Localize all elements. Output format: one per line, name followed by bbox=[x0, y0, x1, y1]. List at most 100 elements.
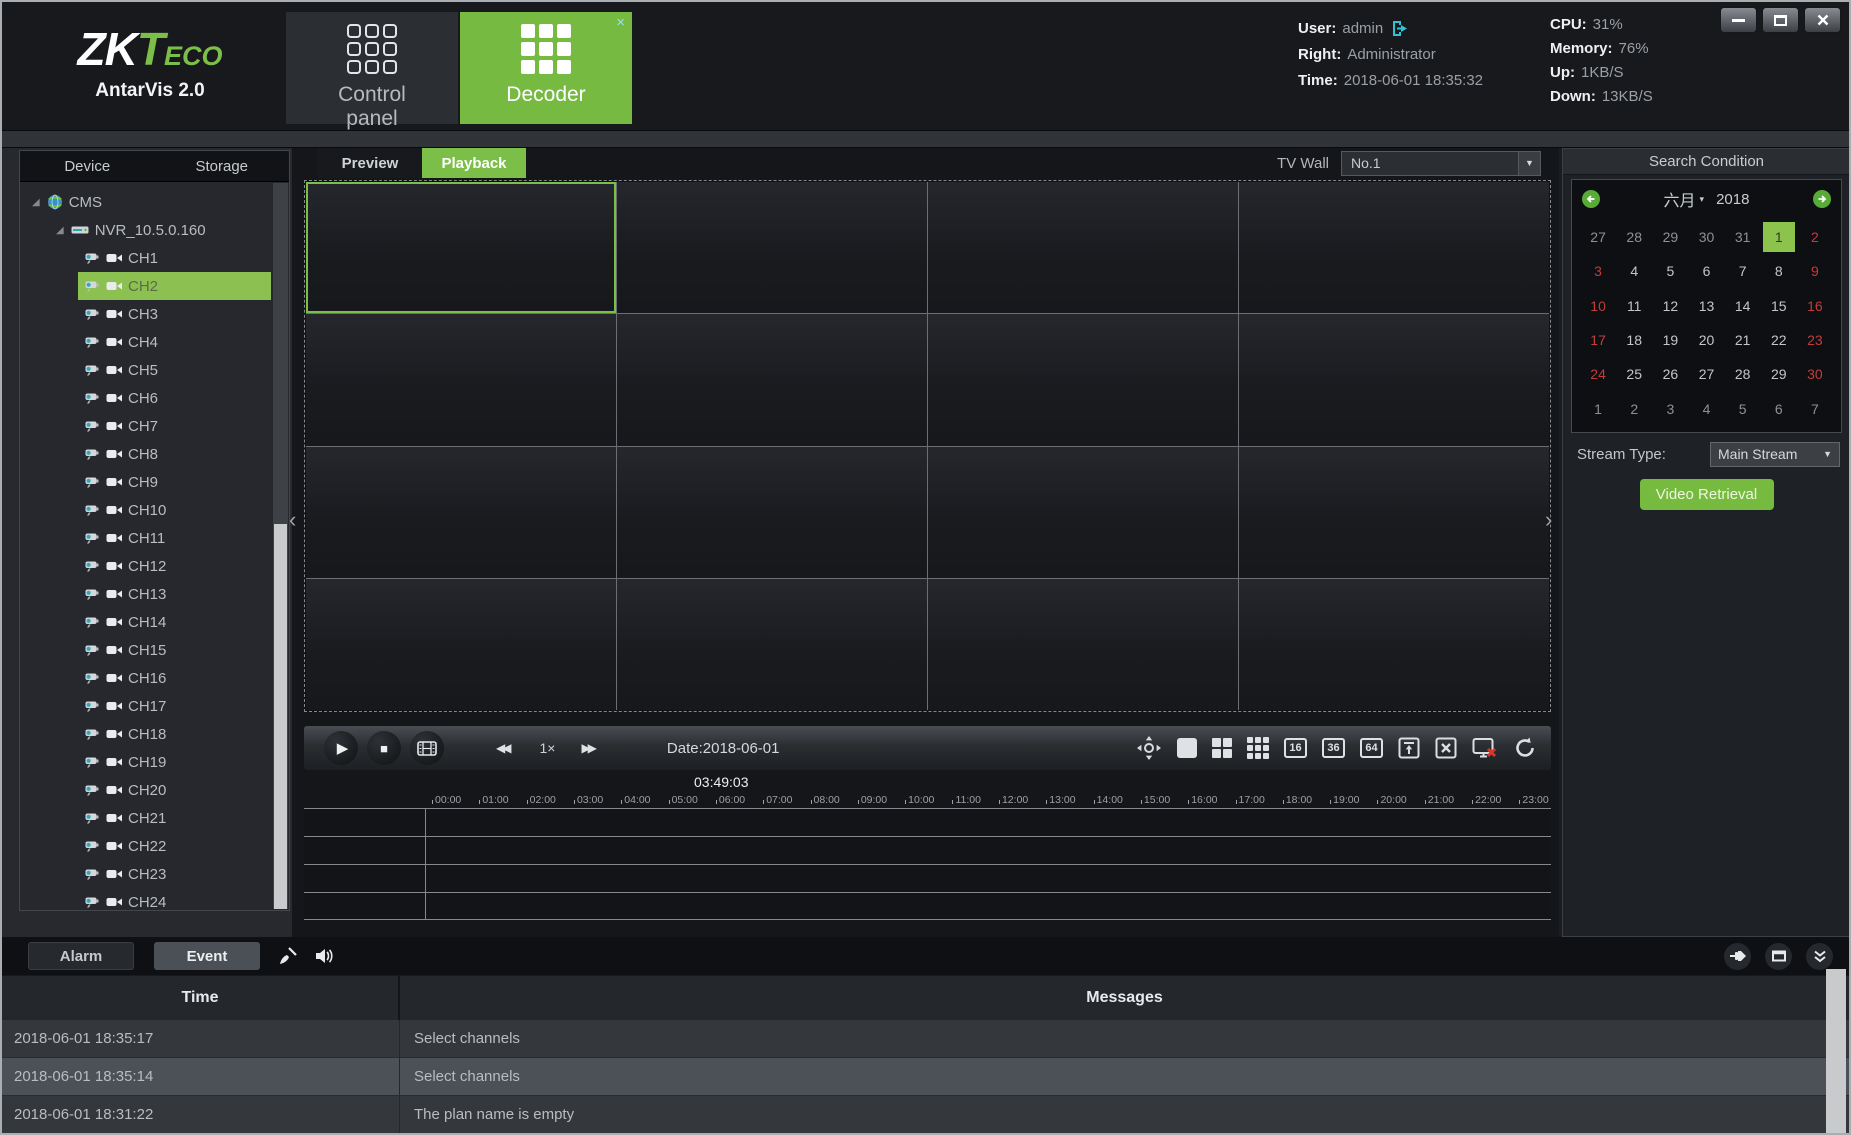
tree-channel-item[interactable]: CH3 bbox=[78, 300, 271, 328]
calendar-day[interactable]: 22 bbox=[1761, 323, 1797, 357]
calendar-day[interactable]: 28 bbox=[1616, 220, 1652, 254]
tree-channel-item[interactable]: CH4 bbox=[78, 328, 271, 356]
event-scrollbar[interactable] bbox=[1826, 969, 1846, 1133]
calendar-day[interactable]: 27 bbox=[1580, 220, 1616, 254]
calendar-day[interactable]: 27 bbox=[1688, 357, 1724, 391]
tree-channel-item[interactable]: CH21 bbox=[78, 804, 271, 832]
calendar-next-icon[interactable] bbox=[1813, 190, 1831, 208]
calendar-day[interactable]: 29 bbox=[1761, 357, 1797, 391]
timeline-ruler[interactable]: 00:0001:0002:0003:0004:0005:0006:0007:00… bbox=[432, 791, 1549, 806]
close-button[interactable] bbox=[1804, 7, 1841, 33]
tree-channel-item[interactable]: CH5 bbox=[78, 356, 271, 384]
calendar-day[interactable]: 7 bbox=[1725, 254, 1761, 288]
tab-control-panel[interactable]: Control panel bbox=[286, 12, 458, 124]
video-cell[interactable] bbox=[928, 447, 1238, 578]
calendar-day[interactable]: 15 bbox=[1761, 289, 1797, 323]
video-cell[interactable] bbox=[617, 579, 927, 710]
calendar-prev-icon[interactable] bbox=[1582, 190, 1600, 208]
calendar-day[interactable]: 6 bbox=[1761, 392, 1797, 426]
calendar-day[interactable]: 30 bbox=[1797, 357, 1833, 391]
calendar-day[interactable]: 17 bbox=[1580, 323, 1616, 357]
video-cell[interactable] bbox=[1239, 182, 1549, 313]
timeline-track-row[interactable] bbox=[304, 836, 1551, 864]
calendar-day[interactable]: 6 bbox=[1688, 254, 1724, 288]
calendar-day[interactable]: 29 bbox=[1652, 220, 1688, 254]
calendar-day[interactable]: 13 bbox=[1688, 289, 1724, 323]
calendar-day[interactable]: 9 bbox=[1797, 254, 1833, 288]
calendar-day[interactable]: 5 bbox=[1725, 392, 1761, 426]
calendar-day[interactable]: 3 bbox=[1580, 254, 1616, 288]
calendar-day[interactable]: 1 bbox=[1580, 392, 1616, 426]
tree-channel-item[interactable]: CH9 bbox=[78, 468, 271, 496]
video-cell[interactable] bbox=[617, 447, 927, 578]
tree-channel-item[interactable]: CH17 bbox=[78, 692, 271, 720]
layout-36-button[interactable]: 36 bbox=[1322, 738, 1345, 758]
tree-device-nvr[interactable]: ◢ NVR_10.5.0.160 bbox=[20, 216, 271, 244]
layout-1-icon[interactable] bbox=[1177, 738, 1197, 758]
tab-event[interactable]: Event bbox=[154, 942, 260, 970]
calendar-day[interactable]: 25 bbox=[1616, 357, 1652, 391]
stop-button[interactable]: ■ bbox=[367, 731, 401, 765]
tree-channel-item[interactable]: CH7 bbox=[78, 412, 271, 440]
broom-icon[interactable] bbox=[276, 946, 298, 966]
video-cell[interactable] bbox=[306, 182, 616, 313]
calendar-day[interactable]: 14 bbox=[1725, 289, 1761, 323]
minimize-button[interactable] bbox=[1720, 7, 1757, 33]
video-cell[interactable] bbox=[306, 579, 616, 710]
video-cell[interactable] bbox=[617, 314, 927, 445]
stream-type-select[interactable]: Main Stream ▼ bbox=[1710, 442, 1840, 467]
video-cell[interactable] bbox=[928, 314, 1238, 445]
expander-icon[interactable]: ◢ bbox=[32, 197, 40, 208]
calendar-year[interactable]: 2018 bbox=[1716, 191, 1749, 208]
fullscreen-icon[interactable] bbox=[1398, 737, 1420, 759]
video-cell[interactable] bbox=[1239, 314, 1549, 445]
chevron-down-icon[interactable]: ▾ bbox=[1700, 194, 1705, 205]
video-cell[interactable] bbox=[928, 579, 1238, 710]
tab-alarm[interactable]: Alarm bbox=[28, 942, 134, 970]
frame-by-frame-button[interactable] bbox=[410, 731, 444, 765]
expander-icon[interactable]: ◢ bbox=[56, 225, 64, 236]
video-cell[interactable] bbox=[306, 314, 616, 445]
calendar-day[interactable]: 3 bbox=[1652, 392, 1688, 426]
video-cell[interactable] bbox=[1239, 447, 1549, 578]
tvwall-select[interactable]: No.1 ▼ bbox=[1341, 151, 1541, 176]
calendar-day[interactable]: 23 bbox=[1797, 323, 1833, 357]
tree-channel-item[interactable]: CH6 bbox=[78, 384, 271, 412]
calendar-day[interactable]: 19 bbox=[1652, 323, 1688, 357]
calendar-day[interactable]: 12 bbox=[1652, 289, 1688, 323]
tree-channel-item[interactable]: CH22 bbox=[78, 832, 271, 860]
tree-channel-item[interactable]: CH13 bbox=[78, 580, 271, 608]
collapse-left-icon[interactable]: ‹ bbox=[289, 507, 296, 533]
tree-root-cms[interactable]: ◢ CMS bbox=[20, 188, 271, 216]
collapse-panel-button[interactable] bbox=[1806, 943, 1833, 970]
tree-channel-item[interactable]: CH19 bbox=[78, 748, 271, 776]
event-row[interactable]: 2018-06-01 18:35:14Select channels bbox=[2, 1058, 1849, 1096]
speaker-icon[interactable] bbox=[314, 947, 334, 965]
calendar-month[interactable]: 六月 bbox=[1664, 187, 1696, 211]
refresh-icon[interactable] bbox=[1513, 736, 1537, 760]
tree-channel-item[interactable]: CH2 bbox=[78, 272, 271, 300]
close-tab-icon[interactable]: × bbox=[616, 14, 625, 31]
tree-channel-item[interactable]: CH16 bbox=[78, 664, 271, 692]
calendar-day[interactable]: 8 bbox=[1761, 254, 1797, 288]
maximize-button[interactable] bbox=[1762, 7, 1799, 33]
calendar-day[interactable]: 21 bbox=[1725, 323, 1761, 357]
event-row[interactable]: 2018-06-01 18:35:17Select channels bbox=[2, 1020, 1849, 1058]
event-row[interactable]: 2018-06-01 18:31:22The plan name is empt… bbox=[2, 1096, 1849, 1134]
tree-channel-item[interactable]: CH20 bbox=[78, 776, 271, 804]
layout-64-button[interactable]: 64 bbox=[1360, 738, 1383, 758]
play-button[interactable]: ▶ bbox=[324, 731, 358, 765]
calendar-day[interactable]: 2 bbox=[1797, 220, 1833, 254]
pan-icon[interactable] bbox=[1136, 735, 1162, 761]
calendar-day[interactable]: 20 bbox=[1688, 323, 1724, 357]
tree-channel-item[interactable]: CH15 bbox=[78, 636, 271, 664]
calendar-day[interactable]: 1 bbox=[1763, 222, 1795, 252]
video-cell[interactable] bbox=[928, 182, 1238, 313]
calendar-day[interactable]: 10 bbox=[1580, 289, 1616, 323]
timeline-track-row[interactable] bbox=[304, 892, 1551, 920]
logout-icon[interactable] bbox=[1391, 20, 1408, 37]
layout-9-icon[interactable] bbox=[1247, 737, 1269, 759]
tree-channel-item[interactable]: CH8 bbox=[78, 440, 271, 468]
calendar-day[interactable]: 30 bbox=[1688, 220, 1724, 254]
calendar-day[interactable]: 31 bbox=[1725, 220, 1761, 254]
